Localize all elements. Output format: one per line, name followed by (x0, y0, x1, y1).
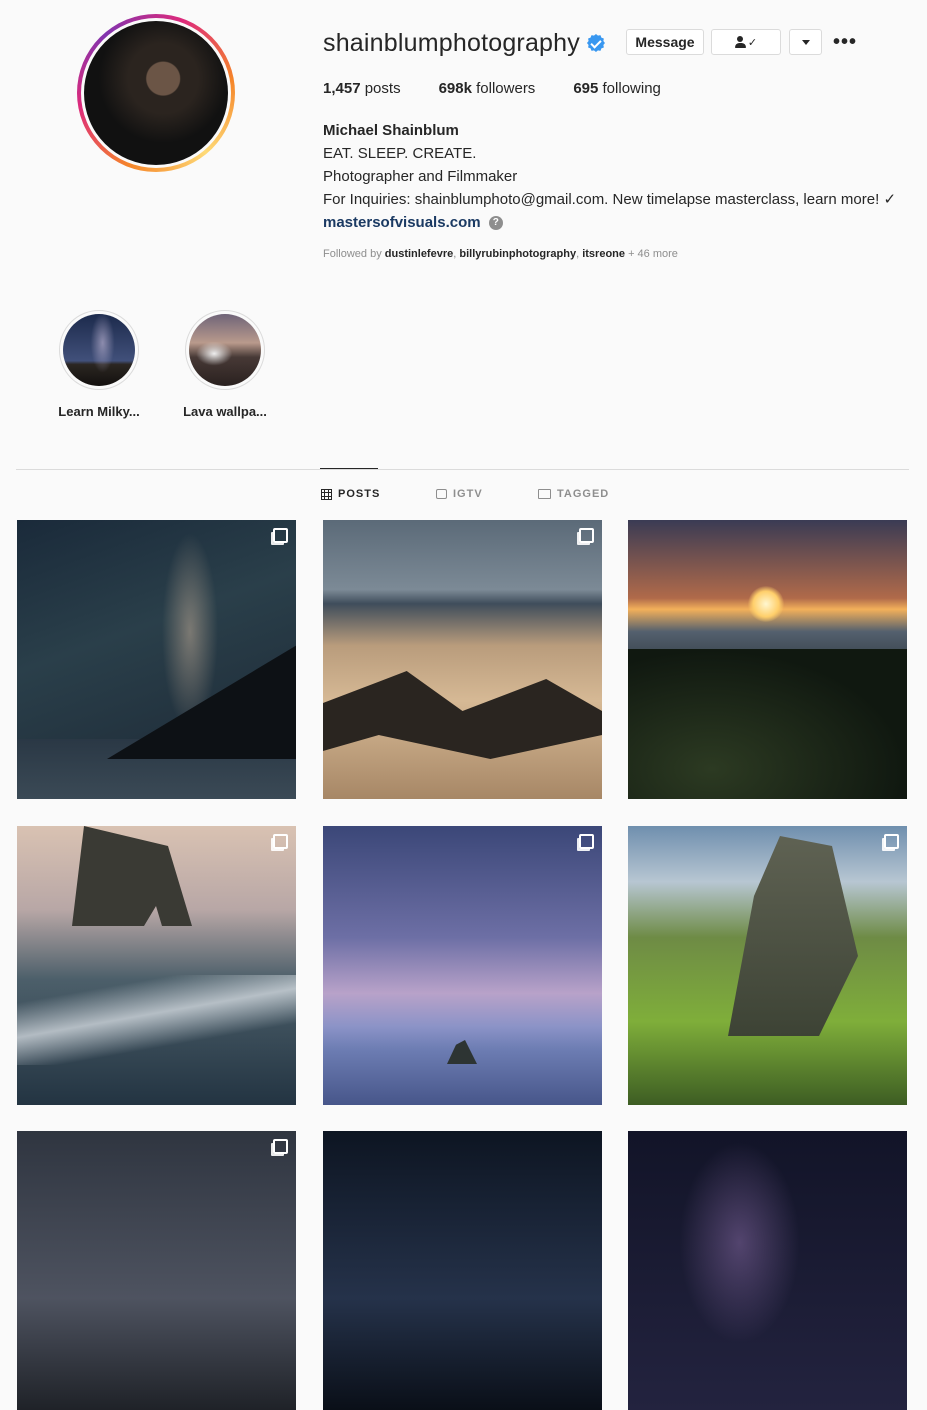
highlight-item[interactable]: Learn Milky... (39, 310, 159, 419)
tv-icon (436, 489, 447, 499)
followed-by-user[interactable]: billyrubinphotography (459, 248, 576, 260)
posts-count: 1,457 (323, 80, 361, 97)
bio-line-2: Photographer and Filmmaker (323, 168, 518, 185)
highlight-item[interactable]: Lava wallpa... (165, 310, 285, 419)
post-image-detail (17, 975, 296, 1065)
profile-avatar-ring[interactable] (77, 14, 235, 172)
post-image-detail (447, 1040, 477, 1064)
carousel-icon (579, 528, 594, 543)
caret-down-icon (801, 39, 810, 45)
person-check-icon: ✓ (734, 36, 757, 49)
followed-by-user[interactable]: dustinlefevre (385, 248, 453, 260)
highlight-label: Learn Milky... (58, 404, 140, 419)
suggestions-dropdown-button[interactable] (789, 29, 822, 55)
highlight-label: Lava wallpa... (183, 404, 267, 419)
posts-stat: 1,457 posts (323, 80, 401, 97)
tab-posts[interactable]: POSTS (321, 488, 380, 500)
followers-count: 698k (438, 80, 472, 97)
post-thumbnail[interactable] (323, 1131, 602, 1410)
carousel-icon (273, 1139, 288, 1154)
post-image-detail (728, 836, 858, 1036)
verified-badge-icon (586, 34, 605, 52)
avatar[interactable] (84, 21, 228, 165)
post-thumbnail[interactable] (628, 1131, 907, 1410)
profile-bio: Michael Shainblum EAT. SLEEP. CREATE. Ph… (323, 119, 913, 234)
more-options-button[interactable]: ••• (833, 31, 857, 54)
post-thumbnail[interactable] (628, 826, 907, 1105)
message-button[interactable]: Message (626, 29, 704, 55)
followed-by[interactable]: Followed by dustinlefevre, billyrubinpho… (323, 248, 678, 260)
following-button[interactable]: ✓ (711, 29, 781, 55)
post-image-detail (628, 649, 907, 799)
post-thumbnail[interactable] (628, 520, 907, 799)
tab-tagged-label: TAGGED (557, 488, 610, 500)
bio-line-1: EAT. SLEEP. CREATE. (323, 145, 477, 162)
post-thumbnail[interactable] (17, 520, 296, 799)
tab-posts-label: POSTS (338, 488, 381, 500)
following-count: 695 (573, 80, 599, 97)
carousel-icon (273, 528, 288, 543)
following-label: following (602, 80, 661, 97)
active-tab-indicator (320, 468, 378, 469)
highlight-cover (63, 314, 135, 386)
followed-by-user[interactable]: itsreone (582, 248, 625, 260)
tab-igtv[interactable]: IGTV (436, 488, 483, 500)
username: shainblumphotography (323, 28, 580, 57)
bio-line-3: For Inquiries: shainblumphoto@gmail.com.… (323, 191, 897, 208)
post-image-detail (748, 586, 784, 622)
tag-icon (538, 489, 551, 499)
followers-label: followers (476, 80, 536, 97)
followed-by-more[interactable]: + 46 more (628, 248, 678, 260)
post-image-detail (323, 671, 602, 759)
post-thumbnail[interactable] (323, 826, 602, 1105)
followers-stat[interactable]: 698k followers (439, 80, 536, 97)
username-row: shainblumphotography (323, 26, 605, 60)
full-name: Michael Shainblum (323, 122, 459, 139)
grid-icon (321, 488, 332, 500)
tab-tagged[interactable]: TAGGED (538, 488, 609, 500)
highlight-ring (185, 310, 265, 390)
posts-label: posts (364, 80, 401, 97)
tabs-divider (16, 469, 909, 470)
followed-by-prefix: Followed by (323, 248, 382, 260)
profile-stats: 1,457 posts 698k followers 695 following (323, 80, 699, 97)
post-thumbnail[interactable] (17, 826, 296, 1105)
highlight-ring (59, 310, 139, 390)
following-stat[interactable]: 695 following (573, 80, 661, 97)
carousel-icon (273, 834, 288, 849)
website-link[interactable]: mastersofvisuals.com (323, 214, 481, 231)
post-image-detail (72, 826, 192, 926)
highlight-cover (189, 314, 261, 386)
help-icon[interactable]: ? (488, 216, 503, 231)
tab-igtv-label: IGTV (453, 488, 483, 500)
carousel-icon (579, 834, 594, 849)
post-thumbnail[interactable] (323, 520, 602, 799)
carousel-icon (884, 834, 899, 849)
post-thumbnail[interactable] (17, 1131, 296, 1410)
